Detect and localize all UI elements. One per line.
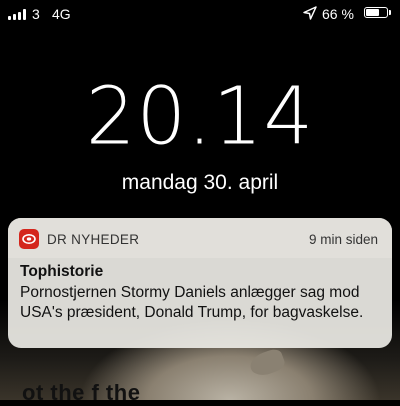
battery-percent: 66 % bbox=[322, 6, 354, 22]
notification-timestamp: 9 min siden bbox=[308, 232, 378, 247]
battery-icon bbox=[364, 7, 388, 18]
lockscreen-date: mandag 30. april bbox=[121, 171, 279, 194]
notification-body: Pornostjernen Stormy Daniels anlægger sa… bbox=[20, 284, 364, 321]
status-bar: 3 4G 66 % bbox=[0, 0, 400, 28]
news-notification[interactable]: DR NYHEDER 9 min siden Tophistorie Porno… bbox=[8, 218, 392, 348]
dr-app-icon bbox=[19, 229, 39, 249]
battery-fill bbox=[366, 9, 379, 16]
notification-title: Tophistorie bbox=[20, 263, 104, 280]
battery-tip bbox=[389, 10, 391, 15]
location-arrow-icon bbox=[303, 6, 317, 20]
network-type: 4G bbox=[52, 6, 71, 22]
notification-header: DR NYHEDER 9 min siden bbox=[8, 218, 392, 258]
carrier-name: 3 bbox=[32, 6, 40, 22]
cellular-signal-icon bbox=[8, 9, 30, 20]
lockscreen-time: 20.14 bbox=[85, 71, 315, 163]
wallpaper-text: ot the f the bbox=[22, 380, 141, 405]
notification-app-name: DR NYHEDER bbox=[47, 232, 140, 247]
